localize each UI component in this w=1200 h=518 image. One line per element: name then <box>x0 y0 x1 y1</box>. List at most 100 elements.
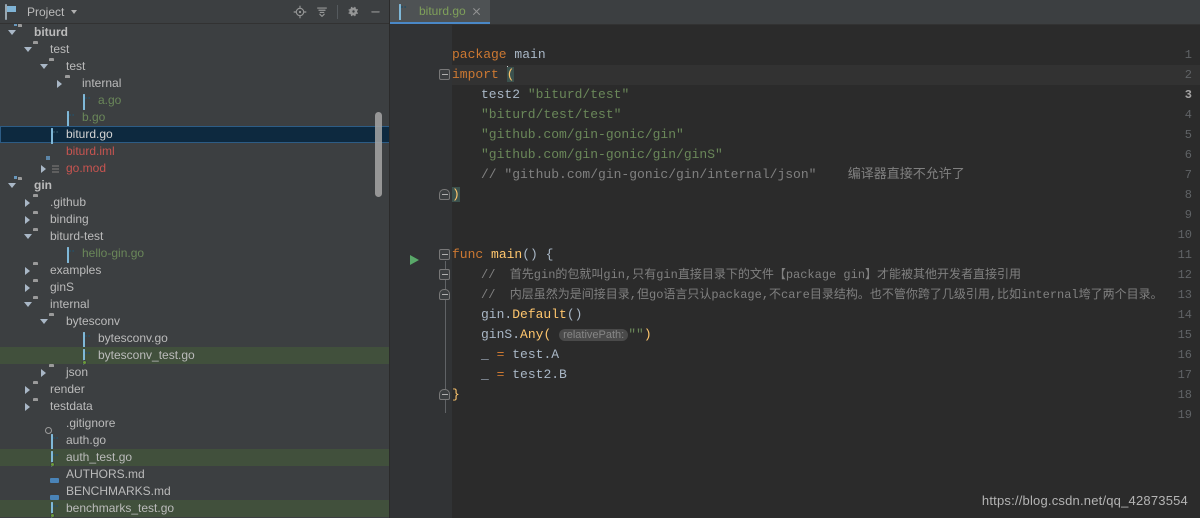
fold-marker-func-main[interactable] <box>439 249 450 260</box>
chevron-right-icon[interactable] <box>22 262 33 279</box>
code-line-3: import ( <box>452 65 515 85</box>
tree-row-biturd-go[interactable]: biturd.go <box>0 126 390 144</box>
token-gin-pkg: gin <box>481 307 505 322</box>
fold-marker-comment-12[interactable] <box>439 269 450 280</box>
go-test-icon <box>49 502 62 518</box>
code-line-4: test2 "biturd/test" <box>452 85 629 105</box>
chevron-right-icon[interactable] <box>38 160 49 177</box>
token-func-default: Default <box>512 307 567 322</box>
token-test-a: test.A <box>512 347 560 362</box>
collapse-all-icon[interactable] <box>311 1 333 23</box>
folder-icon <box>33 213 46 226</box>
tree-row-biturd-test[interactable]: biturd-test <box>0 228 390 245</box>
tree-row-biturd-iml[interactable]: biturd.iml <box>0 143 390 160</box>
code-area[interactable]: 1 2 3 4 5 6 7 8 9 10 11 12 13 14 15 16 17 18 19 package ma… <box>390 25 1200 518</box>
fold-marker-import[interactable] <box>439 69 450 80</box>
tree-row-internal[interactable]: internal <box>0 75 390 92</box>
tree-row-b-go[interactable]: b.go <box>0 109 390 127</box>
tree-row-test[interactable]: test <box>0 58 390 75</box>
tree-row-label: testdata <box>50 399 93 413</box>
tree-row-render[interactable]: render <box>0 381 390 398</box>
tree-row-label: biturd <box>34 25 68 39</box>
tree-row-gin[interactable]: gin <box>0 177 390 194</box>
fold-marker-func-end[interactable] <box>439 389 450 400</box>
tree-row-testdata[interactable]: testdata <box>0 398 390 415</box>
chevron-right-icon[interactable] <box>22 211 33 228</box>
chevron-right-icon[interactable] <box>22 194 33 211</box>
gear-icon[interactable] <box>342 1 364 23</box>
tree-row-test[interactable]: test <box>0 41 390 58</box>
chevron-right-icon[interactable] <box>22 279 33 296</box>
token-func-sig: () { <box>522 247 554 262</box>
tree-row-bytesconv-go[interactable]: bytesconv.go <box>0 330 390 348</box>
mod-file-icon <box>49 162 62 175</box>
code-text-layer: package main import ( test2 "biturd/test… <box>452 25 1200 518</box>
code-editor-panel: biturd.go 1 2 3 4 5 6 7 8 9 10 11 12 13 14 15 16 17 18 19 … <box>390 0 1200 518</box>
fold-marker-import-end[interactable] <box>439 189 450 200</box>
folder-icon <box>33 264 46 277</box>
token-comment-json-note: 编译器直接不允许了 <box>847 167 965 182</box>
folder-icon <box>49 60 62 73</box>
project-toolbar <box>289 1 390 23</box>
tree-row-bytesconv[interactable]: bytesconv <box>0 313 390 330</box>
tree-row-json[interactable]: json <box>0 364 390 381</box>
tree-row-benchmarks-md[interactable]: BENCHMARKS.md <box>0 483 390 500</box>
project-file-tree[interactable]: biturd test test internal a.go b.go biturd.go b… <box>0 24 390 518</box>
chevron-right-icon[interactable] <box>38 364 49 381</box>
tree-row-label: internal <box>50 297 90 311</box>
project-title-group[interactable]: Project <box>5 4 78 20</box>
fold-marker-comment-13[interactable] <box>439 289 450 300</box>
tree-row-examples[interactable]: examples <box>0 262 390 279</box>
tree-row-biturd[interactable]: biturd <box>0 24 390 41</box>
editor-tab-biturd-go[interactable]: biturd.go <box>390 0 490 24</box>
tree-row-binding[interactable]: binding <box>0 211 390 228</box>
minimize-icon[interactable] <box>364 1 386 23</box>
chevron-down-icon[interactable] <box>38 313 49 330</box>
chevron-down-icon[interactable] <box>22 41 33 58</box>
close-icon[interactable] <box>471 6 482 17</box>
tree-row-benchmarks-test-go[interactable]: benchmarks_test.go <box>0 500 390 518</box>
inlay-hint-relative-path[interactable]: relativePath: <box>559 329 629 341</box>
tree-row-a-go[interactable]: a.go <box>0 92 390 110</box>
tree-row-internal[interactable]: internal <box>0 296 390 313</box>
token-func-any: Any <box>520 327 544 342</box>
token-paren-open: ( <box>506 67 515 82</box>
tree-row-auth-test-go[interactable]: auth_test.go <box>0 449 390 467</box>
chevron-down-icon[interactable] <box>71 9 78 14</box>
tree-row-label: biturd.iml <box>66 144 115 158</box>
tree-row-label: go.mod <box>66 161 107 175</box>
tree-row-bytesconv-test-go[interactable]: bytesconv_test.go <box>0 347 390 365</box>
tree-row-label: benchmarks_test.go <box>66 501 175 515</box>
chevron-right-icon[interactable] <box>22 398 33 415</box>
tree-row-gins[interactable]: ginS <box>0 279 390 296</box>
tree-row-auth-go[interactable]: auth.go <box>0 432 390 450</box>
chevron-down-icon[interactable] <box>22 296 33 313</box>
sidebar-scrollbar-thumb[interactable] <box>375 112 382 197</box>
chevron-down-icon[interactable] <box>22 228 33 245</box>
run-arrow-icon[interactable] <box>410 255 419 265</box>
code-line-9: ) <box>452 185 460 205</box>
chevron-right-icon[interactable] <box>22 381 33 398</box>
token-string-biturd-test: "biturd/test" <box>527 87 630 102</box>
chevron-down-icon[interactable] <box>38 58 49 75</box>
locate-icon[interactable] <box>289 1 311 23</box>
tree-row--github[interactable]: .github <box>0 194 390 211</box>
gitignore-icon <box>49 417 62 430</box>
tree-row-label: biturd-test <box>50 229 104 243</box>
project-sidebar: Project biturd test test internal a.go b… <box>0 0 390 518</box>
tree-row--gitignore[interactable]: .gitignore <box>0 415 390 432</box>
tree-row-go-mod[interactable]: go.mod <box>0 160 390 177</box>
token-comment-12: // 首先gin的包就叫gin,只有gin直接目录下的文件【package gi… <box>481 268 1022 282</box>
tree-row-authors-md[interactable]: AUTHORS.md <box>0 466 390 483</box>
tree-row-label: render <box>50 382 85 396</box>
token-package-name: main <box>514 47 546 62</box>
code-line-8: // "github.com/gin-gonic/gin/internal/js… <box>452 165 965 185</box>
token-blank-2: _ <box>481 367 489 382</box>
folder-icon <box>33 383 46 396</box>
folder-icon <box>49 315 62 328</box>
chevron-right-icon[interactable] <box>54 75 65 92</box>
tree-row-hello-gin-go[interactable]: hello-gin.go <box>0 245 390 263</box>
go-file-icon <box>397 3 410 20</box>
